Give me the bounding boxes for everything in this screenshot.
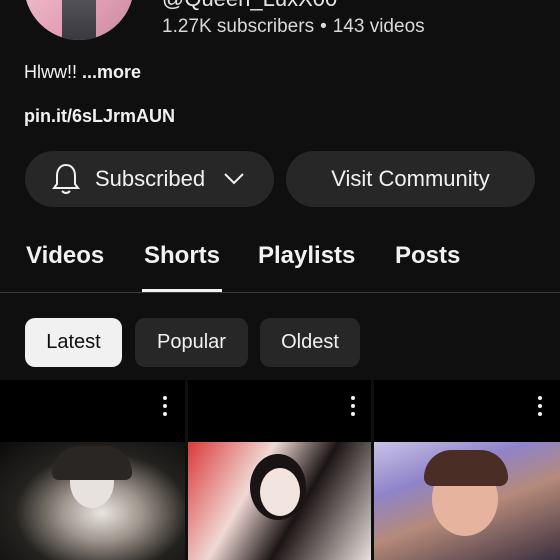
more-vert-icon[interactable] [538,396,542,416]
filter-popular[interactable]: Popular [135,318,248,367]
avatar-figure [62,0,96,40]
visit-community-label: Visit Community [331,166,490,191]
bell-icon [52,163,80,194]
subscriber-count: 1.27K subscribers [162,16,315,37]
short-thumbnail[interactable] [0,442,185,560]
tab-playlists[interactable]: Playlists [258,242,355,270]
channel-tabs: Videos Shorts Playlists Posts [0,228,560,293]
more-vert-icon[interactable] [351,396,355,416]
thumbnail-face [260,468,300,516]
filter-oldest[interactable]: Oldest [260,318,360,367]
tab-shorts[interactable]: Shorts [141,242,223,292]
short-item[interactable] [374,380,560,560]
thumbnail-hair [52,446,132,480]
thumbnail-hair [424,450,508,486]
tab-posts[interactable]: Posts [395,242,460,270]
stats-separator: • [320,16,327,37]
channel-stats: 1.27K subscribers • 143 videos [162,16,425,38]
filter-latest[interactable]: Latest [25,318,122,367]
video-count: 143 videos [332,16,425,37]
channel-handle: @Queen_LuxX00 [162,0,337,12]
tab-videos[interactable]: Videos [26,242,104,270]
chevron-down-icon [224,173,244,185]
short-item[interactable] [188,380,371,560]
description-text: Hlww!! [24,62,82,82]
subscribed-button[interactable]: Subscribed [25,151,274,207]
subscribed-label: Subscribed [95,166,206,191]
short-thumbnail[interactable] [188,442,371,560]
channel-avatar [24,0,134,40]
visit-community-button[interactable]: Visit Community [286,151,535,207]
more-vert-icon[interactable] [163,396,167,416]
short-thumbnail[interactable] [374,442,560,560]
more-link[interactable]: ...more [82,62,141,82]
shorts-grid [0,380,560,560]
short-item[interactable] [0,380,185,560]
channel-link[interactable]: pin.it/6sLJrmAUN [24,106,175,127]
channel-description[interactable]: Hlww!! ...more [24,62,141,83]
